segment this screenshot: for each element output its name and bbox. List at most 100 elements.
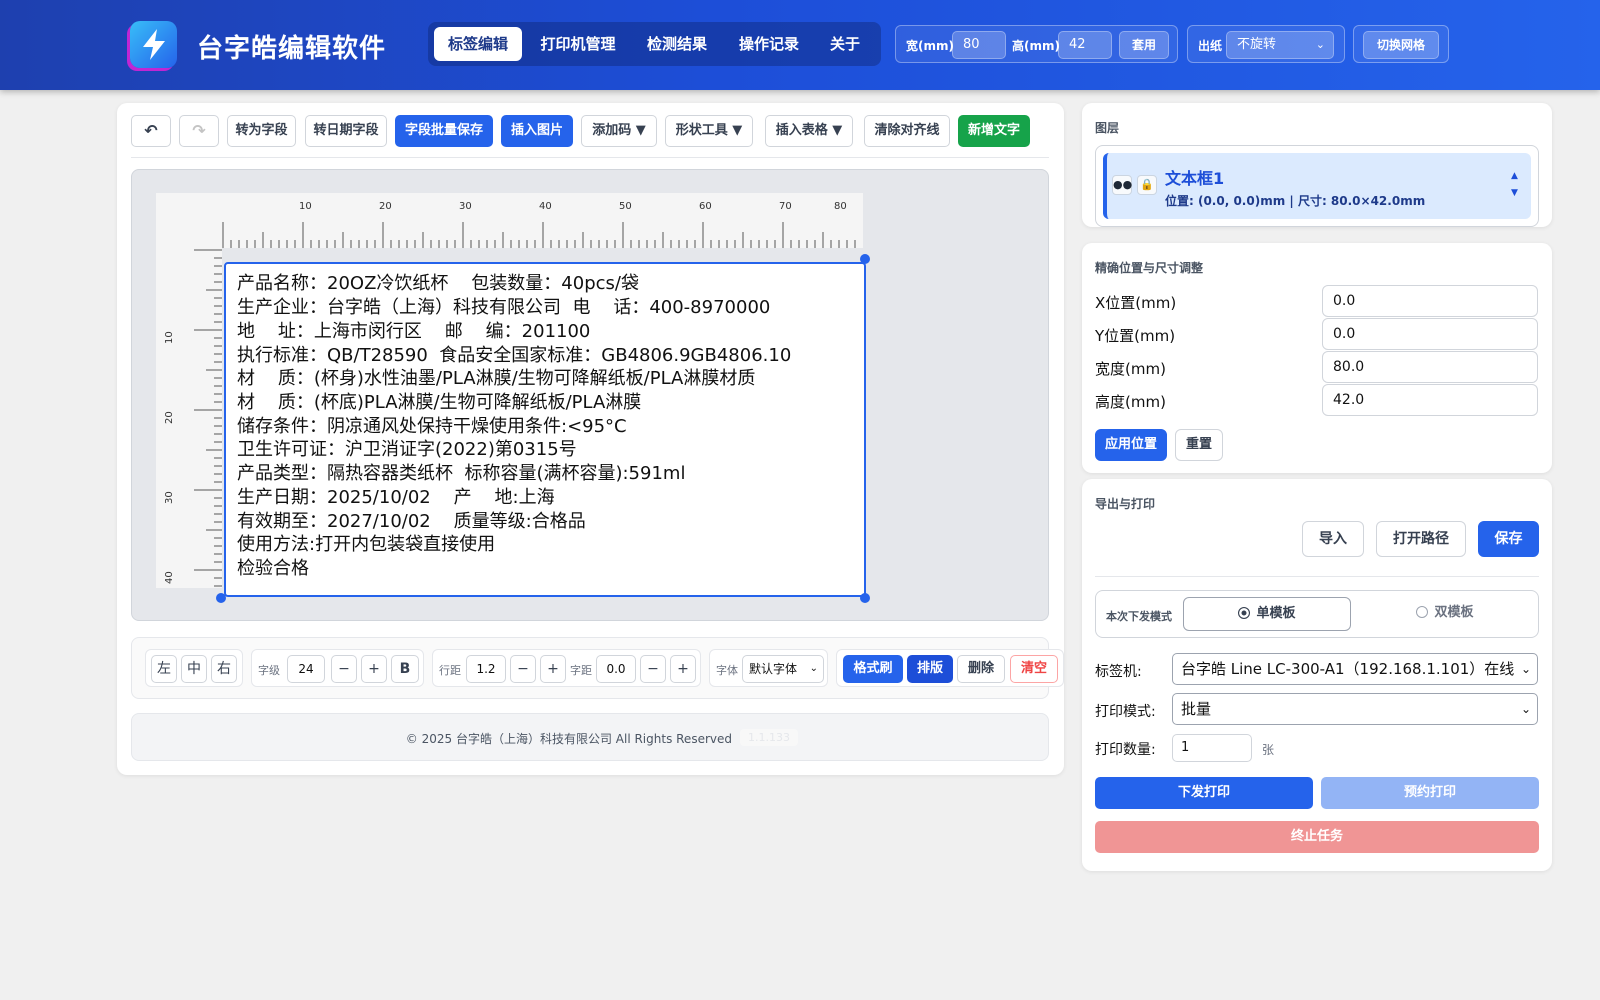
height-input[interactable]: 42.0	[1322, 384, 1538, 416]
letter-spacing-label: 字距	[570, 664, 592, 677]
ruler-top-label: 70	[779, 201, 792, 212]
layer-item[interactable]: ●● 🔒 文本框1 位置: (0.0, 0.0)mm | 尺寸: 80.0×42…	[1103, 153, 1531, 219]
label-textbox[interactable]: 产品名称：20OZ冷饮纸杯 包装数量：40pcs/袋 生产企业：台字皓（上海）科…	[224, 262, 866, 597]
ruler-top: 10 20 30 40 50 60 70 80	[156, 193, 863, 248]
height-label: 高度(mm)	[1095, 393, 1166, 411]
line-height-input[interactable]: 1.2	[466, 655, 506, 683]
resize-handle-bottom-right[interactable]	[860, 593, 870, 603]
font-size-input[interactable]: 24	[287, 655, 325, 683]
width-input[interactable]: 80.0	[1322, 351, 1538, 383]
ruler-left-label: 40	[164, 571, 175, 584]
lightning-icon	[143, 29, 165, 60]
tab-about[interactable]: 关于	[816, 27, 874, 61]
print-qty-input[interactable]: 1	[1172, 734, 1252, 762]
redo-button[interactable]: ↷	[179, 115, 219, 147]
paper-rotation-select[interactable]: 不旋转 ⌄	[1226, 31, 1334, 59]
add-code-dropdown[interactable]: 添加码 ▼	[581, 115, 657, 147]
x-position-input[interactable]: 0.0	[1322, 285, 1538, 317]
dispatch-mode-label: 本次下发模式	[1106, 610, 1172, 623]
shape-tool-dropdown[interactable]: 形状工具 ▼	[665, 115, 753, 147]
apply-position-button[interactable]: 应用位置	[1095, 429, 1167, 461]
reset-position-button[interactable]: 重置	[1175, 429, 1223, 461]
import-button[interactable]: 导入	[1302, 521, 1364, 557]
ruler-left-label: 30	[164, 491, 175, 504]
ruler-left-label: 10	[164, 331, 175, 344]
main-nav: 标签编辑 打印机管理 检测结果 操作记录 关于	[428, 22, 881, 66]
ruler-top-label: 20	[379, 201, 392, 212]
schedule-print-button[interactable]: 预约打印	[1321, 777, 1539, 809]
position-panel: 精确位置与尺寸调整 X位置(mm) 0.0 Y位置(mm) 0.0 宽度(mm)…	[1082, 243, 1552, 473]
tab-operation-log[interactable]: 操作记录	[724, 27, 814, 61]
print-mode-select[interactable]: 批量 ⌄	[1172, 693, 1538, 725]
print-mode-label: 打印模式:	[1095, 704, 1156, 720]
redo-icon: ↷	[192, 121, 206, 140]
font-size-label: 字级	[258, 664, 280, 677]
y-position-input[interactable]: 0.0	[1322, 318, 1538, 350]
printer-select[interactable]: 台字皓 Line LC-300-A1（192.168.1.101）在线 ⌄	[1172, 653, 1538, 685]
clear-guides-button[interactable]: 清除对齐线	[864, 115, 950, 147]
tab-detect-results[interactable]: 检测结果	[632, 27, 722, 61]
dispatch-mode-group: 本次下发模式 单模板 双模板	[1095, 590, 1539, 638]
width-label: 宽(mm)	[906, 39, 954, 53]
send-print-button[interactable]: 下发打印	[1095, 777, 1313, 809]
save-button[interactable]: 保存	[1478, 521, 1539, 557]
width-label: 宽度(mm)	[1095, 360, 1166, 378]
line-height-label: 行距	[439, 664, 461, 677]
lock-icon[interactable]: 🔒	[1137, 175, 1157, 195]
label-line: 材 质：(杯身)水性油墨/PLA淋膜/生物可降解纸板/PLA淋膜材质	[237, 368, 756, 389]
font-family-select[interactable]: 默认字体 ⌄	[742, 655, 824, 683]
format-brush-button[interactable]: 格式刷	[843, 655, 903, 683]
batch-save-fields-button[interactable]: 字段批量保存	[395, 115, 493, 147]
open-path-button[interactable]: 打开路径	[1376, 521, 1466, 557]
align-left-button[interactable]: 左	[151, 655, 177, 683]
letter-spacing-decrease-button[interactable]: −	[640, 655, 666, 683]
align-right-button[interactable]: 右	[211, 655, 237, 683]
height-input[interactable]: 42	[1058, 31, 1112, 59]
stop-task-button[interactable]: 终止任务	[1095, 821, 1539, 853]
double-template-radio[interactable]: 双模板	[1360, 597, 1530, 631]
move-down-icon[interactable]: ▼	[1511, 188, 1518, 198]
layout-button[interactable]: 排版	[907, 655, 953, 683]
printer-label: 标签机:	[1095, 664, 1142, 680]
delete-button[interactable]: 删除	[957, 655, 1005, 683]
line-height-increase-button[interactable]: +	[540, 655, 566, 683]
format-bar: 左 中 右 字级 24 − + B 行距 1.2 − + 字距 0.0 − + …	[131, 637, 1064, 699]
resize-handle-bottom-left[interactable]	[216, 593, 226, 603]
tab-printer-manage[interactable]: 打印机管理	[526, 27, 630, 61]
resize-handle-top-right[interactable]	[860, 254, 870, 264]
align-center-button[interactable]: 中	[181, 655, 207, 683]
label-line: 生产日期：2025/10/02 产 地:上海	[237, 487, 555, 508]
eye-icon[interactable]: ●●	[1112, 175, 1132, 195]
layer-meta: 位置: (0.0, 0.0)mm | 尺寸: 80.0×42.0mm	[1165, 194, 1426, 208]
radio-selected-icon	[1238, 607, 1251, 619]
add-text-button[interactable]: 新增文字	[958, 115, 1030, 147]
letter-spacing-increase-button[interactable]: +	[670, 655, 696, 683]
app-title: 台字皓编辑软件	[197, 34, 387, 64]
letter-spacing-input[interactable]: 0.0	[596, 655, 636, 683]
font-size-decrease-button[interactable]: −	[331, 655, 357, 683]
version-badge: 1.1.133	[740, 729, 798, 746]
to-date-field-button[interactable]: 转日期字段	[305, 115, 387, 147]
label-line: 产品类型：隔热容器类纸杯 标称容量(满杯容量):591ml	[237, 463, 686, 484]
insert-image-button[interactable]: 插入图片	[501, 115, 573, 147]
toggle-grid-button[interactable]: 切换网格	[1363, 31, 1439, 59]
export-divider	[1095, 576, 1539, 577]
paper-label: 出纸	[1198, 39, 1223, 53]
tab-label-edit[interactable]: 标签编辑	[434, 27, 522, 61]
line-height-decrease-button[interactable]: −	[510, 655, 536, 683]
bold-button[interactable]: B	[391, 655, 419, 683]
undo-button[interactable]: ↶	[131, 115, 171, 147]
label-line: 卫生许可证：沪卫消证字(2022)第0315号	[237, 439, 577, 460]
to-field-button[interactable]: 转为字段	[227, 115, 296, 147]
font-size-increase-button[interactable]: +	[361, 655, 387, 683]
width-input[interactable]: 80	[952, 31, 1006, 59]
ruler-left-label: 20	[164, 411, 175, 424]
insert-table-dropdown[interactable]: 插入表格 ▼	[765, 115, 853, 147]
clear-button[interactable]: 清空	[1010, 655, 1058, 683]
label-line: 地 址：上海市闵行区 邮 编：201100	[237, 321, 591, 342]
ruler-top-label: 30	[459, 201, 472, 212]
single-template-radio[interactable]: 单模板	[1183, 597, 1351, 631]
move-up-icon[interactable]: ▲	[1511, 171, 1518, 181]
paper-group: 出纸 不旋转 ⌄	[1187, 25, 1345, 63]
apply-size-button[interactable]: 套用	[1119, 31, 1169, 59]
